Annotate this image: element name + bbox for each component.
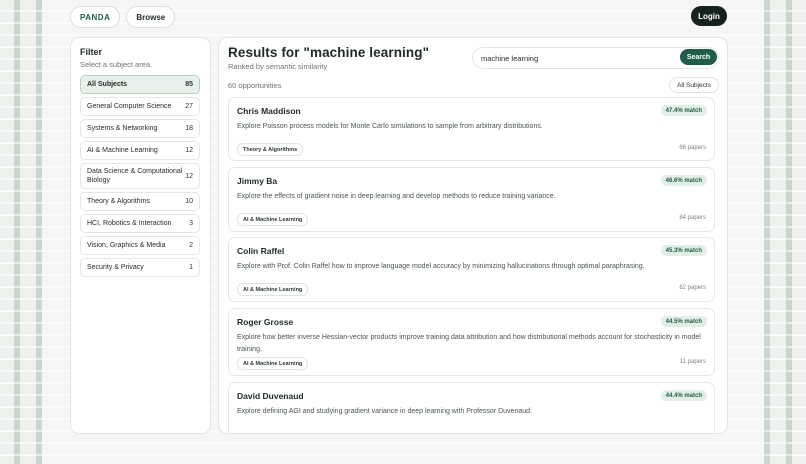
paper-count: 11 papers [679, 359, 706, 365]
paper-count: 66 papers [679, 145, 706, 151]
subject-tag: AI & Machine Learning [237, 357, 309, 370]
match-badge: 46.6% match [660, 175, 707, 186]
filter-panel: Filter Select a subject area. All Subjec… [70, 37, 211, 434]
subject-count: 1 [189, 264, 193, 271]
researcher-name: Roger Grosse [237, 317, 294, 327]
match-badge: 47.4% match [660, 105, 707, 116]
subject-count: 2 [189, 242, 193, 249]
result-card[interactable]: Roger Grosse 44.5% match Explore how bet… [228, 308, 715, 376]
results-subtitle: Ranked by semantic similarity [228, 62, 328, 71]
subject-count: 85 [185, 81, 193, 88]
subject-tag: AI & Machine Learning [237, 213, 309, 226]
subject-item-hci[interactable]: HCI, Robotics & Interaction 3 [80, 214, 200, 233]
subject-item-ai-ml[interactable]: AI & Machine Learning 12 [80, 141, 200, 160]
subject-label: Theory & Algorithms [87, 198, 151, 205]
match-badge: 45.3% match [660, 245, 707, 256]
subject-item-vision[interactable]: Vision, Graphics & Media 2 [80, 236, 200, 255]
researcher-name: Chris Maddison [237, 106, 301, 116]
subject-label: Security & Privacy [87, 264, 144, 271]
results-panel: Results for "machine learning" Ranked by… [218, 37, 728, 434]
researcher-name: Jimmy Ba [237, 176, 278, 186]
subject-label: Systems & Networking [87, 125, 158, 132]
subject-count: 3 [189, 220, 193, 227]
card-description: Explore with Prof. Colin Raffel how to i… [237, 263, 645, 270]
result-card[interactable]: Colin Raffel 45.3% match Explore with Pr… [228, 237, 715, 302]
researcher-name: David Duvenaud [237, 391, 304, 401]
paper-count: 62 papers [679, 285, 706, 291]
subject-label: Data Science & Computational Biology [87, 168, 183, 184]
subject-label: General Computer Science [87, 103, 172, 110]
subject-tag: AI & Machine Learning [237, 283, 309, 296]
subject-item-security[interactable]: Security & Privacy 1 [80, 258, 200, 277]
filter-title: Filter [80, 47, 103, 57]
researcher-name: Colin Raffel [237, 246, 285, 256]
subject-label: Vision, Graphics & Media [87, 242, 166, 249]
subject-item-theory[interactable]: Theory & Algorithms 10 [80, 192, 200, 211]
subject-count: 10 [185, 198, 193, 205]
brand-logo-button[interactable]: PANDA [70, 6, 121, 28]
match-badge: 44.5% match [660, 316, 707, 327]
match-badge: 44.4% match [660, 390, 707, 401]
browse-button[interactable]: Browse [126, 6, 176, 28]
subject-count: 27 [185, 103, 193, 110]
subject-label: HCI, Robotics & Interaction [87, 220, 172, 227]
card-description: Explore how better inverse Hessian-vecto… [237, 334, 701, 353]
subject-filter-dropdown[interactable]: All Subjects [669, 77, 719, 93]
card-description: Explore Poisson process models for Monte… [237, 123, 543, 130]
result-card[interactable]: Jimmy Ba 46.6% match Explore the effects… [228, 167, 715, 232]
login-button[interactable]: Login [691, 6, 727, 26]
subject-count: 18 [185, 125, 193, 132]
search-bar: Search [472, 47, 719, 69]
search-input[interactable] [481, 48, 671, 68]
top-nav: PANDA Browse [70, 6, 176, 28]
subject-item-systems[interactable]: Systems & Networking 18 [80, 119, 200, 138]
subject-tag: Theory & Algorithms [237, 143, 304, 156]
subject-label: All Subjects [87, 81, 128, 88]
subject-item-general-cs[interactable]: General Computer Science 27 [80, 97, 200, 116]
results-title: Results for "machine learning" [228, 45, 430, 60]
paper-count: 84 papers [679, 215, 706, 221]
subject-list: All Subjects 85 General Computer Science… [80, 75, 200, 280]
card-description: Explore the effects of gradient noise in… [237, 193, 556, 200]
subject-label: AI & Machine Learning [87, 147, 158, 154]
result-card[interactable]: Chris Maddison 47.4% match Explore Poiss… [228, 97, 715, 161]
results-count: 60 opportunities [228, 81, 282, 90]
filter-subtitle: Select a subject area. [80, 60, 153, 69]
subject-item-data-science[interactable]: Data Science & Computational Biology 12 [80, 163, 200, 189]
search-button[interactable]: Search [680, 49, 717, 65]
subject-item-all[interactable]: All Subjects 85 [80, 75, 200, 94]
subject-count: 12 [185, 147, 193, 154]
card-description: Explore defining AGI and studying gradie… [237, 408, 532, 415]
subject-count: 12 [185, 172, 193, 180]
result-card[interactable]: David Duvenaud 44.4% match Explore defin… [228, 382, 715, 433]
